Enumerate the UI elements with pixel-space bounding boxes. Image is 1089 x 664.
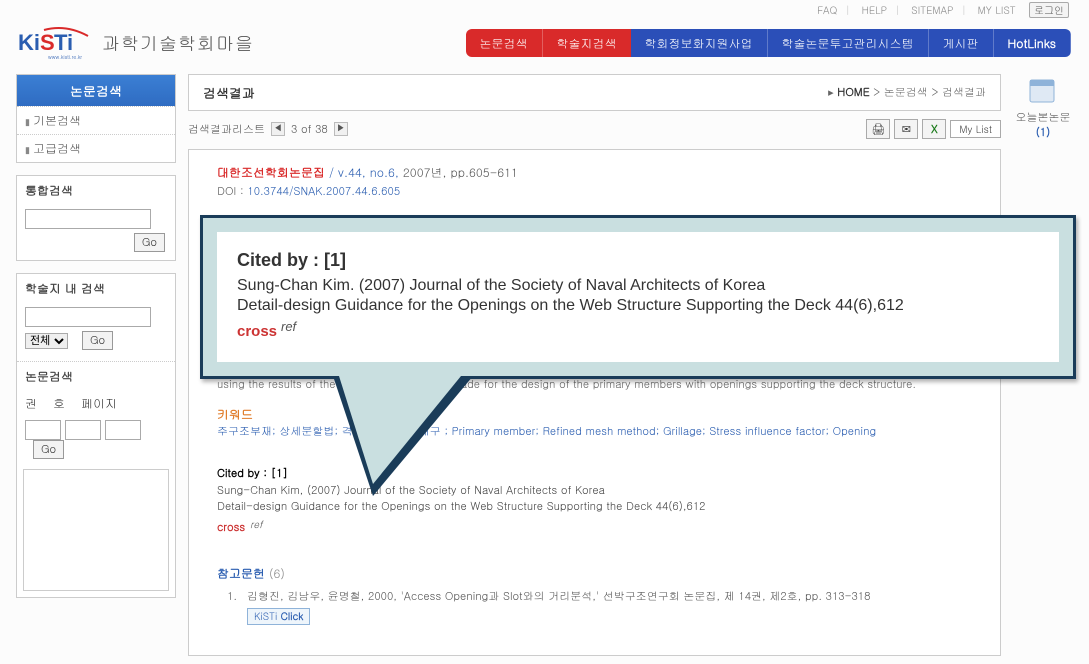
mail-icon[interactable]: ✉ xyxy=(894,119,918,139)
topbar: FAQ| HELP| SITEMAP| MY LIST 로그인 xyxy=(0,0,1089,22)
vip-go[interactable]: Go xyxy=(33,440,64,459)
doi-line: DOI : 10.3744/SNAK.2007.44.6.605 xyxy=(217,184,972,201)
svg-text:cross: cross xyxy=(237,323,277,340)
ref-head: 참고문헌 (6) xyxy=(217,565,972,583)
print-icon[interactable]: 🖨 xyxy=(866,119,890,139)
today-icon[interactable] xyxy=(1024,74,1062,108)
journal-line: 대한조선학회논문집 / v.44, no.6, 2007년, pp.605-61… xyxy=(217,164,972,182)
keyword-head: 키워드 xyxy=(217,406,972,424)
result-card: 검색결과 ▸ HOME > 논문검색 > 검색결과 xyxy=(188,74,1001,111)
cited-by-small: Cited by : [1] Sung-Chan Kim, (2007) Jou… xyxy=(217,466,972,539)
side-panel1: 논문검색 기본검색 고급검색 xyxy=(16,74,176,163)
next-button[interactable]: ▶ xyxy=(334,122,348,136)
doi-link[interactable]: 10.3744/SNAK.2007.44.6.605 xyxy=(247,184,400,199)
svg-text:cross: cross xyxy=(217,520,245,534)
svg-text:Ti: Ti xyxy=(54,30,73,55)
ref-item-1: 1. 김형진, 김남우, 윤명철, 2000, 'Access Opening과… xyxy=(217,589,972,625)
today-count: (1) xyxy=(1013,125,1073,140)
svg-text:ref: ref xyxy=(250,520,264,531)
panel1-title: 논문검색 xyxy=(17,75,175,106)
citedby-callout: Cited by : [1] Sung-Chan Kim. (2007) Jou… xyxy=(200,215,1076,379)
side-advanced-search[interactable]: 고급검색 xyxy=(17,134,175,162)
breadcrumb: ▸ HOME > 논문검색 > 검색결과 xyxy=(828,85,986,100)
ref-click-button[interactable]: KiSTi Click xyxy=(247,608,310,625)
excel-icon[interactable]: X xyxy=(922,119,946,139)
gnb-journal-search[interactable]: 학술지검색 xyxy=(543,29,631,57)
top-help[interactable]: HELP xyxy=(858,3,891,17)
position: 3 of 38 xyxy=(291,122,328,137)
issue-input[interactable] xyxy=(65,420,101,440)
login-button[interactable]: 로그인 xyxy=(1029,2,1069,18)
panel4-title: 논문검색 xyxy=(17,361,175,391)
side-panel2: 통합검색 Go xyxy=(16,175,176,261)
preview-box xyxy=(23,469,169,591)
panel2-title: 통합검색 xyxy=(17,176,175,205)
journal-search-input[interactable] xyxy=(25,307,151,327)
side-panel3: 학술지 내 검색 전체 Go 논문검색 권 호 페이지 Go xyxy=(16,273,176,598)
top-sitemap[interactable]: SITEMAP xyxy=(907,3,957,17)
gnb-submission[interactable]: 학술논문투고관리시스템 xyxy=(768,29,929,57)
gnb-board[interactable]: 게시판 xyxy=(929,29,994,57)
svg-text:S: S xyxy=(40,30,55,55)
result-title: 검색결과 xyxy=(203,83,828,102)
crossref-icon[interactable]: cross ref xyxy=(217,520,267,540)
top-faq[interactable]: FAQ xyxy=(813,3,841,17)
today-label: 오늘본논문 xyxy=(1013,110,1073,125)
callout-line1: Sung-Chan Kim. (2007) Journal of the Soc… xyxy=(237,277,1039,295)
callout-crossref-icon[interactable]: cross ref xyxy=(237,321,301,344)
svg-text:ref: ref xyxy=(281,321,298,334)
journal-go[interactable]: Go xyxy=(82,331,113,350)
svg-text:Ki: Ki xyxy=(18,30,40,55)
gnb-paper-search[interactable]: 논문검색 xyxy=(466,29,543,57)
abstract-tail: using the results of the grillage analys… xyxy=(217,377,972,394)
callout-line2: Detail-design Guidance for the Openings … xyxy=(237,297,1039,315)
logo-text: 과학기술학회마을 xyxy=(102,31,254,56)
panel3-title: 학술지 내 검색 xyxy=(17,274,175,303)
side-basic-search[interactable]: 기본검색 xyxy=(17,106,175,134)
page-input[interactable] xyxy=(105,420,141,440)
unified-search-go[interactable]: Go xyxy=(134,233,165,252)
unified-search-input[interactable] xyxy=(25,209,151,229)
list-label: 검색결과리스트 xyxy=(188,122,265,137)
journal-select[interactable]: 전체 xyxy=(25,333,68,349)
prev-button[interactable]: ◀ xyxy=(271,122,285,136)
svg-text:www.kisti.re.kr: www.kisti.re.kr xyxy=(48,54,82,60)
callout-title: Cited by : [1] xyxy=(237,250,1039,271)
gnb-hotlinks[interactable]: HotLinks xyxy=(994,29,1071,57)
mylist-button[interactable]: My List xyxy=(950,120,1001,138)
gnb: 논문검색 학술지검색 학회정보화지원사업 학술논문투고관리시스템 게시판 Hot… xyxy=(466,29,1071,57)
vol-input[interactable] xyxy=(25,420,61,440)
gnb-society[interactable]: 학회정보화지원사업 xyxy=(631,29,768,57)
keywords: 주구조부재; 상세분할법; 격자… 향계수; 개구 ; Primary memb… xyxy=(217,424,972,441)
vol-row: 권 호 페이지 xyxy=(17,391,175,416)
top-mylist[interactable]: MY LIST xyxy=(974,3,1020,17)
logo[interactable]: KiSTiwww.kisti.re.kr 과학기술학회마을 xyxy=(18,26,254,60)
